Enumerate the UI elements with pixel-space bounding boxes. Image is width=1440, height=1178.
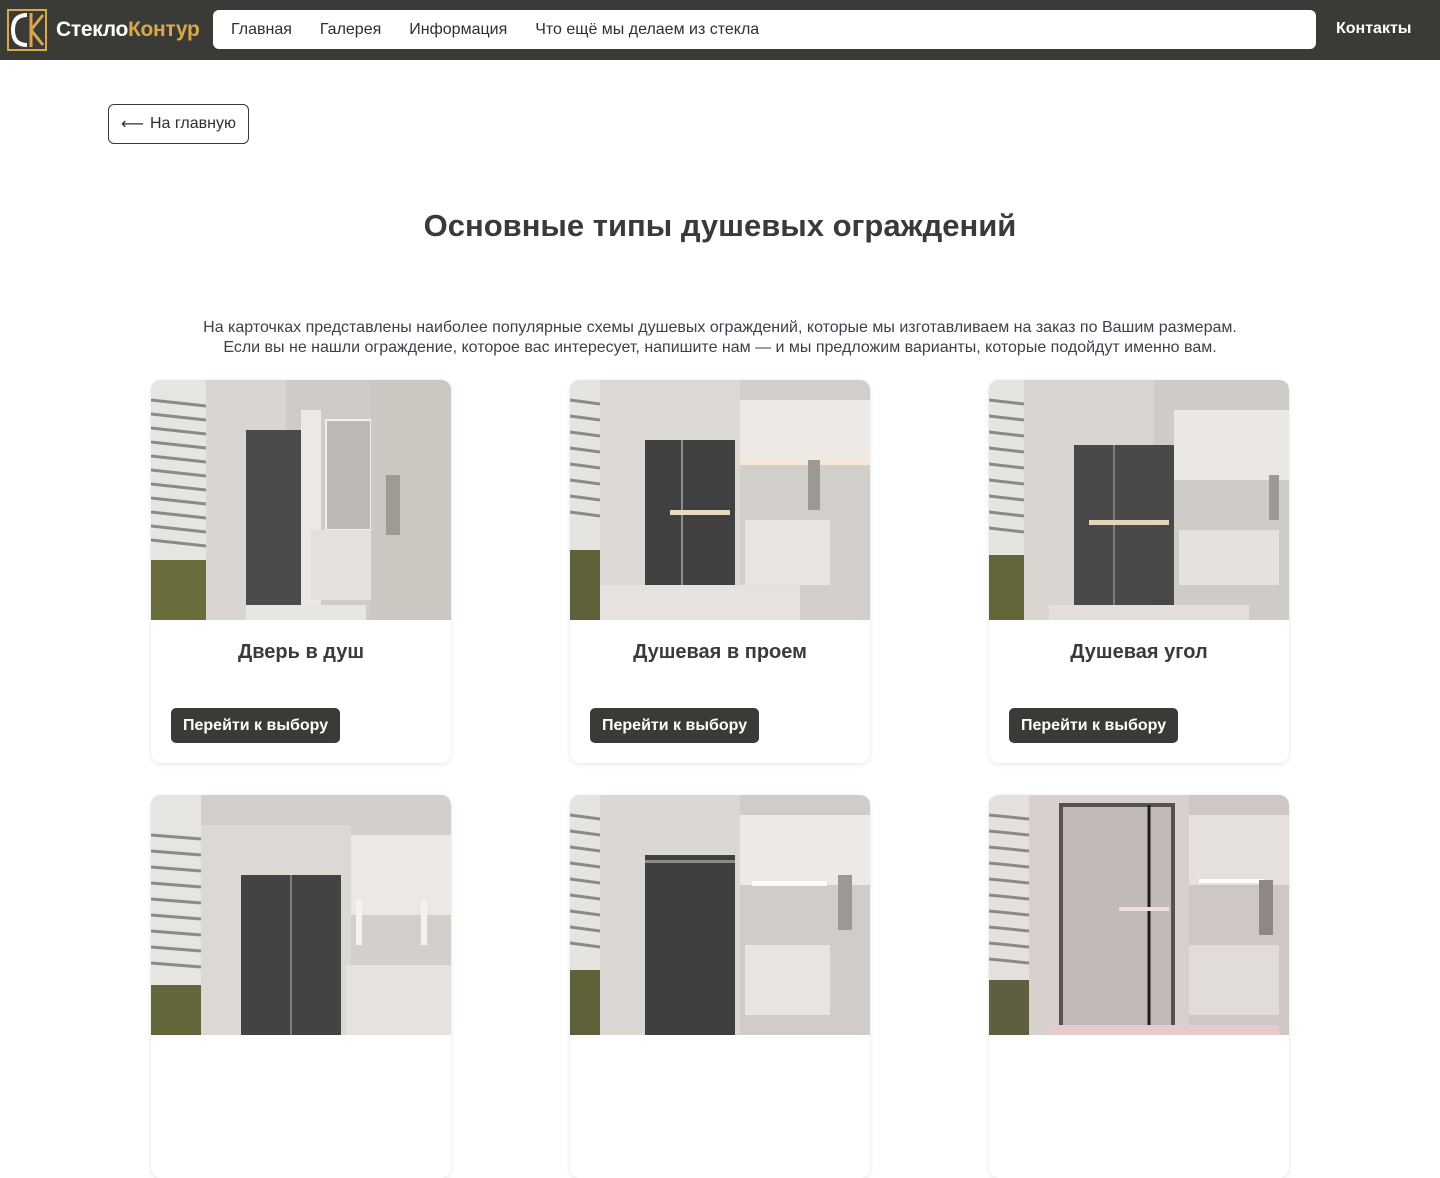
logo-text-part1: Стекло [56, 18, 128, 41]
logo-mark-icon [7, 9, 47, 51]
arrow-left-icon: ⟵ [121, 116, 144, 133]
shower-door-image[interactable] [151, 380, 451, 620]
nav-item-gallery[interactable]: Галерея [320, 21, 381, 39]
back-to-home-label: На главную [149, 115, 236, 132]
intro-text: На карточках представлены наиболее попул… [0, 318, 1440, 357]
logo-text: СтеклоКонтур [56, 18, 200, 42]
main-menu: Главная Галерея Информация Что ещё мы де… [213, 10, 1316, 49]
page-title: Основные типы душевых ограждений [423, 208, 1017, 243]
choose-shower-niche-button[interactable]: Перейти к выбору [590, 708, 760, 743]
shower-sliding-image[interactable] [570, 795, 870, 1035]
shower-corner-image-2[interactable] [151, 795, 451, 1035]
choose-shower-corner-button[interactable]: Перейти к выбору [1009, 708, 1179, 743]
intro-line-2: Если вы не нашли ограждение, которое вас… [223, 338, 1217, 356]
product-card-4 [151, 795, 451, 1178]
nav-item-info[interactable]: Информация [409, 21, 507, 39]
nav-item-home[interactable]: Главная [231, 21, 292, 39]
back-to-home-button[interactable]: ⟵ На главную [108, 104, 249, 144]
product-card-shower-niche: Душевая в проем Перейти к выбору [570, 380, 870, 763]
top-navigation-bar: СтеклоКонтур Главная Галерея Информация … [0, 0, 1440, 60]
card-title: Дверь в душ [237, 641, 365, 663]
shower-black-frame-image[interactable] [989, 795, 1289, 1035]
site-logo[interactable]: СтеклоКонтур [7, 8, 200, 52]
shower-corner-image[interactable] [989, 380, 1289, 620]
card-title: Душевая в проем [633, 641, 807, 663]
intro-line-1: На карточках представлены наиболее попул… [203, 319, 1237, 336]
product-card-6 [989, 795, 1289, 1178]
logo-text-part2: Контур [128, 18, 200, 41]
nav-item-other-glass[interactable]: Что ещё мы делаем из стекла [535, 21, 759, 39]
shower-niche-image[interactable] [570, 380, 870, 620]
card-title: Душевая угол [1070, 641, 1208, 663]
choose-shower-door-button[interactable]: Перейти к выбору [171, 708, 341, 743]
product-card-shower-corner: Душевая угол Перейти к выбору [989, 380, 1289, 763]
product-card-shower-door: Дверь в душ Перейти к выбору [151, 380, 451, 763]
nav-item-contacts[interactable]: Контакты [1336, 20, 1411, 38]
product-card-5 [570, 795, 870, 1178]
